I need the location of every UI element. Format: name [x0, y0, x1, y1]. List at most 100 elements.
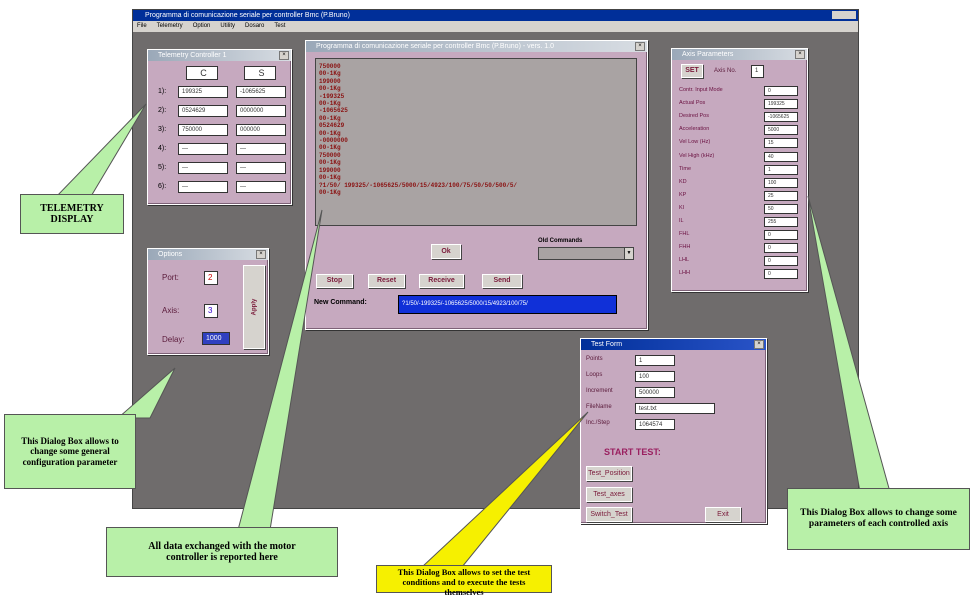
set-button[interactable]: SET	[681, 64, 703, 78]
close-icon[interactable]: ×	[754, 340, 764, 349]
close-icon[interactable]: ×	[279, 51, 289, 60]
axis-label: Axis:	[162, 306, 180, 315]
axis-param-input[interactable]: 5000	[764, 125, 798, 136]
log-line: 750000	[319, 151, 341, 159]
exit-button[interactable]: Exit	[705, 507, 741, 522]
axis-param-input[interactable]: 50	[764, 203, 798, 214]
telemetry-title-bar: Telemetry Controller 1 ×	[148, 50, 291, 61]
telemetry-s-value: —	[236, 162, 286, 174]
test-position-button[interactable]: Test_Position	[586, 466, 632, 481]
test-field-label: FileName	[586, 404, 612, 410]
axis-param-input[interactable]: -1065625	[764, 112, 798, 123]
menu-dosaro[interactable]: Dosaro	[245, 21, 264, 32]
telemetry-c-value: —	[178, 181, 228, 193]
axis-param-label: Contr. Input Mode	[679, 87, 723, 93]
port-label: Port:	[162, 273, 179, 282]
options-title-bar: Options ×	[148, 249, 268, 260]
log-line: 00-1Kg	[319, 159, 341, 167]
axis-input[interactable]: 3	[204, 304, 218, 318]
axis-param-label: KI	[679, 204, 685, 211]
close-icon[interactable]: ×	[795, 50, 805, 59]
axis-param-label: LHL	[679, 257, 690, 264]
axis-param-input[interactable]: 0	[764, 230, 798, 241]
test-field-input[interactable]: test.txt	[635, 403, 715, 414]
old-commands-label: Old Commands	[538, 238, 583, 244]
menu-option[interactable]: Option	[193, 21, 211, 32]
close-icon[interactable]: ×	[635, 42, 645, 51]
test-field-label: Loops	[586, 372, 603, 378]
stop-button[interactable]: Stop	[316, 274, 353, 288]
axis-param-label: Desired Pos	[679, 113, 709, 120]
test-field-input[interactable]: 1	[635, 355, 675, 366]
axis-param-input[interactable]: 25	[764, 190, 798, 201]
log-line: 00-1Kg	[319, 70, 341, 78]
options-callout: This Dialog Box allows to change some ge…	[4, 414, 136, 489]
log-line: -0000000	[319, 137, 348, 145]
axis-param-input[interactable]: 100	[764, 177, 798, 188]
window-controls[interactable]	[832, 11, 856, 19]
receive-button[interactable]: Receive	[419, 274, 464, 288]
communication-log[interactable]: 750000 00-1Kg 199000 00-1Kg -199325 00-1Kg -10…	[315, 58, 637, 226]
axis-param-label: IL	[679, 218, 684, 224]
axis-param-input[interactable]: 15	[764, 138, 798, 149]
axis-title-bar: Axis Parameters ×	[672, 49, 807, 60]
test-field-input[interactable]: 500000	[635, 387, 675, 398]
ok-button[interactable]: Ok	[431, 244, 461, 259]
axis-param-label: FHH	[679, 244, 691, 251]
port-input[interactable]: 2	[204, 271, 218, 285]
axis-param-input[interactable]: 0	[764, 86, 798, 96]
axis-no-input[interactable]: 1	[751, 65, 764, 78]
axis-param-label: Vel Low (Hz)	[679, 139, 711, 146]
test-title-bar: Test Form ×	[581, 339, 766, 350]
reset-button[interactable]: Reset	[368, 274, 405, 288]
switch-test-button[interactable]: Switch_Test	[586, 507, 632, 522]
axis-param-input[interactable]: 0	[764, 243, 798, 254]
app-title-bar: Programma di comunicazione seriale per c…	[133, 10, 858, 21]
send-button[interactable]: Send	[482, 274, 522, 288]
test-field-label: Inc./Step	[586, 420, 610, 426]
axis-param-input[interactable]: 199325	[764, 99, 798, 110]
test-axes-button[interactable]: Test_axes	[586, 487, 632, 502]
log-line: -1065625	[319, 107, 348, 115]
close-icon[interactable]: ×	[256, 250, 266, 259]
axis-param-input[interactable]: 255	[764, 217, 798, 227]
axis-param-input[interactable]: 40	[764, 151, 798, 162]
menu-utility[interactable]: Utility	[220, 21, 235, 32]
test-form-window: Test Form × Points 1 Loops 100 Increment 50000…	[580, 338, 767, 524]
axis-param-input[interactable]: 0	[764, 256, 798, 267]
test-field-input[interactable]: 100	[635, 371, 675, 382]
delay-input[interactable]: 1000	[202, 332, 230, 345]
telemetry-s-value: —	[236, 143, 286, 155]
app-title: Programma di comunicazione seriale per c…	[145, 12, 350, 19]
log-line: 750000	[319, 63, 341, 70]
telemetry-c-value: 750000	[178, 124, 228, 136]
axis-callout: This Dialog Box allows to change some pa…	[787, 488, 970, 550]
telemetry-c-value: 199325	[178, 86, 228, 98]
axis-param-label: Vel High (kHz)	[679, 152, 715, 159]
test-field-label: Increment	[586, 388, 613, 394]
axis-title: Axis Parameters	[682, 51, 734, 58]
chevron-down-icon[interactable]: ▼	[624, 248, 633, 259]
test-field-input[interactable]: 1064574	[635, 419, 675, 430]
axis-param-input[interactable]: 1	[764, 164, 798, 175]
menu-file[interactable]: File	[137, 21, 147, 32]
apply-button[interactable]: Apply	[243, 265, 265, 349]
axis-params-list: Contr. Input Mode 0 Actual Pos 199325 Desire…	[672, 86, 807, 287]
telemetry-s-value: 000000	[236, 124, 286, 136]
comm-title-bar: Programma di comunicazione seriale per c…	[306, 41, 647, 52]
log-line: 00-1Kg	[319, 144, 341, 152]
new-command-input[interactable]: ?1/50/-199325/-1065625/5000/15/4923/100/…	[398, 295, 617, 314]
menu-test[interactable]: Test	[274, 21, 285, 32]
comm-window: Programma di comunicazione seriale per c…	[305, 40, 648, 330]
comm-callout: All data exchanged with the motor contro…	[106, 527, 338, 577]
axis-param-input[interactable]: 0	[764, 269, 798, 280]
axis-param-label: KD	[679, 178, 687, 185]
options-title: Options	[158, 251, 183, 258]
old-commands-combo[interactable]: ▼	[538, 247, 634, 260]
test-title: Test Form	[591, 341, 623, 348]
menu-telemetry[interactable]: Telemetry	[157, 21, 183, 32]
log-line: 199000	[319, 166, 341, 174]
telemetry-c-value: 0524629	[178, 105, 228, 117]
axis-param-label: Time	[679, 165, 692, 172]
telemetry-callout: TELEMETRY DISPLAY	[20, 194, 124, 234]
